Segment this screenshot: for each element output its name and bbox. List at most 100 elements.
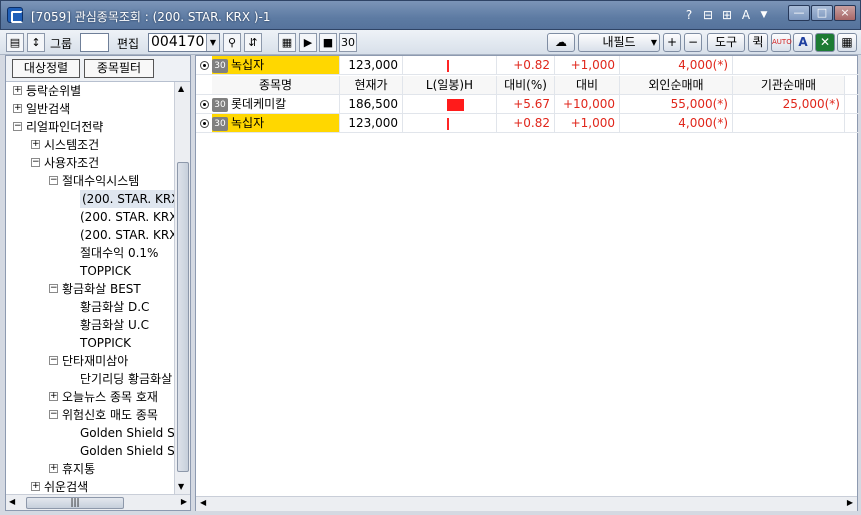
expand-icon[interactable]: + [13,104,22,113]
collapse-icon[interactable]: − [13,122,22,131]
help-icon[interactable]: ? [683,6,695,24]
collapse-icon[interactable]: − [49,410,58,419]
scroll-right-icon[interactable]: ▶ [847,498,853,507]
excel-icon[interactable]: ✕ [815,33,835,52]
grid-header: 종목명 현재가 L(일봉)H 대비(%) 대비 외인순매매 기관순매매 [196,76,859,95]
pinned-row[interactable]: 30 녹십자 123,000 +0.82 +1,000 4,000(*) [196,56,859,75]
settings-icon[interactable]: ▦ [837,33,857,52]
tree-hscroll-thumb[interactable]: ||| [26,497,124,509]
foreign-net: 4,000(*) [620,114,733,132]
title-bar: [7059] 관심종목조회 : (200. STAR. KRX )-1 ? ⊟ … [0,0,861,30]
change-amount: +1,000 [555,114,620,132]
quick-button[interactable]: 퀵 [748,33,768,52]
tree-item-label: 시스템조건 [44,138,100,152]
tab-target-sort[interactable]: 대상정렬 [12,59,80,78]
tree-item-label: Golden Shield SI [80,426,174,440]
expand-icon[interactable]: + [31,482,40,491]
stop-button[interactable]: ■ [319,33,337,52]
tools-button[interactable]: 도구 [707,33,745,52]
play-button[interactable]: ▶ [299,33,317,52]
tree-item-label: 일반검색 [26,102,71,116]
dock-icon[interactable]: ⊟ [701,6,715,24]
header-rate[interactable]: 대비(%) [497,76,555,94]
row-select-radio[interactable] [200,61,209,70]
header-foreign[interactable]: 외인순매매 [620,76,733,94]
tab-stock-filter[interactable]: 종목필터 [84,59,154,78]
expand-icon[interactable]: + [49,392,58,401]
tree-panel: 대상정렬 종목필터 + 등락순위별 + 일반검색 − 리얼파인더전략 + 시스템조건 − 사용자조… [5,55,191,511]
stock-name[interactable]: 녹십자 [231,116,264,130]
expand-icon[interactable]: + [13,86,22,95]
foreign-net: 4,000(*) [620,56,733,74]
remove-button[interactable]: − [684,33,702,52]
change-rate: +0.82 [497,56,555,74]
header-range[interactable]: L(일봉)H [403,76,497,94]
edit-label[interactable]: 편집 [117,35,139,52]
group-input[interactable] [80,33,109,52]
header-price[interactable]: 현재가 [340,76,403,94]
stock-name[interactable]: 녹십자 [231,58,264,72]
field-select[interactable]: 내필드 ▼ [578,33,660,52]
tree-item-label: 단기리딩 황금화살 [80,372,173,386]
institution-net [733,114,845,132]
interval-badge: 30 [212,117,228,131]
row-select-radio[interactable] [200,100,209,109]
collapse-icon[interactable]: − [49,284,58,293]
search-icon[interactable]: ⚲ [223,33,241,52]
maximize-button[interactable]: □ [811,5,833,21]
tree-item-label: TOPPICK [80,264,132,278]
window-menu-icon[interactable]: ▼ [757,6,771,24]
close-button[interactable]: × [834,5,856,21]
collapse-icon[interactable]: − [31,158,40,167]
expand-icon[interactable]: + [49,464,58,473]
header-institution[interactable]: 기관순매매 [733,76,845,94]
tree-item-label: 절대수익 0.1% [80,246,159,260]
tree-horizontal-scrollbar[interactable]: ◀ ||| ▶ [6,494,190,510]
screen-icon[interactable]: ▤ [6,33,24,52]
app-icon[interactable] [7,7,23,23]
scroll-left-icon[interactable]: ◀ [200,498,206,507]
a-button[interactable]: A [793,33,813,52]
tree-view: + 등락순위별 + 일반검색 − 리얼파인더전략 + 시스템조건 − 사용자조건 − 절대수익시스템(… [6,82,174,494]
scroll-right-icon[interactable]: ▶ [181,497,187,506]
scroll-down-icon[interactable]: ▼ [178,482,184,491]
current-price: 123,000 [340,114,403,132]
tree-item-label: 황금화살 BEST [62,282,141,296]
auto-button[interactable]: AUTO [771,33,792,52]
tree-item-label: 황금화살 U.C [80,318,149,332]
collapse-icon[interactable]: − [49,356,58,365]
expand-icon[interactable]: + [31,140,40,149]
sort-icon[interactable]: ↕ [27,33,45,52]
change-rate: +0.82 [497,114,555,132]
grid-icon[interactable]: ▦ [278,33,296,52]
layout-icon[interactable]: ⊞ [720,6,734,24]
tree-item-label: 사용자조건 [44,156,100,170]
order-icon[interactable]: ⇵ [244,33,262,52]
add-button[interactable]: + [663,33,681,52]
current-price: 186,500 [340,95,403,113]
stock-name[interactable]: 롯데케미칼 [231,97,286,111]
tree-vertical-scrollbar[interactable]: ▲ ▼ [174,82,190,494]
font-icon[interactable]: A [739,6,753,24]
chevron-down-icon[interactable]: ▼ [206,34,219,51]
code-select[interactable]: 004170 ▼ [148,33,220,52]
grid-horizontal-scrollbar[interactable]: ◀ ▶ [196,496,857,511]
row-select-radio[interactable] [200,119,209,128]
header-name[interactable]: 종목명 [212,76,340,94]
minimize-button[interactable]: — [788,5,810,21]
tree-item-label: 위험신호 매도 종목 [62,408,158,422]
scroll-left-icon[interactable]: ◀ [9,497,15,506]
tree-scroll-thumb[interactable] [177,162,189,472]
group-label: 그룹 [50,37,73,51]
toolbar: ▤ ↕ 그룹 편집 004170 ▼ ⚲ ⇵ ▦ ▶ ■ 30 ☁ 내필드 ▼ … [0,30,861,55]
cloud-icon[interactable]: ☁ [547,33,575,52]
table-row[interactable]: 30 롯데케미칼 186,500 +5.67 +10,000 55,000(*) … [196,95,859,114]
table-row[interactable]: 30 녹십자 123,000 +0.82 +1,000 4,000(*) [196,114,859,133]
tree-item-label: 등락순위별 [26,84,82,98]
scroll-up-icon[interactable]: ▲ [178,84,184,93]
tree-item-label: 단타재미삼아 [62,354,129,368]
interval-button[interactable]: 30 [339,33,357,52]
collapse-icon[interactable]: − [49,176,58,185]
watchlist-grid: 30 녹십자 123,000 +0.82 +1,000 4,000(*) 종목명 … [195,55,859,511]
header-change[interactable]: 대비 [555,76,620,94]
